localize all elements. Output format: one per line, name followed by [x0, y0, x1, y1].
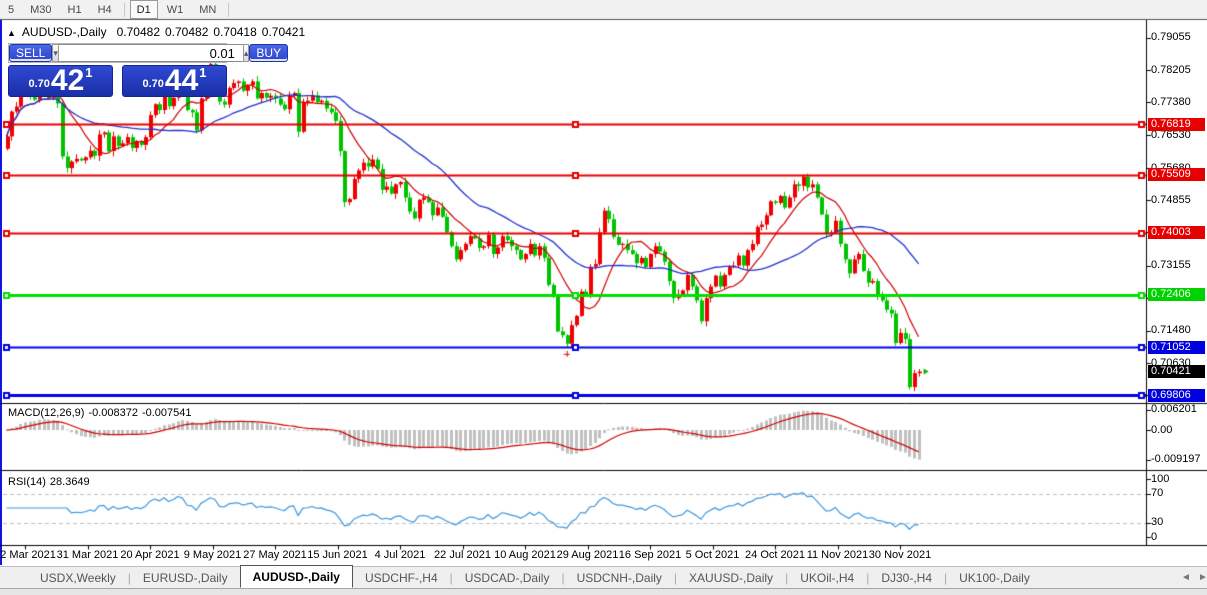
- buy-button[interactable]: BUY: [249, 44, 288, 62]
- sell-price-big: 42: [51, 68, 84, 94]
- date-axis-label: 27 May 2021: [243, 549, 307, 561]
- date-axis-label: 20 Apr 2021: [120, 549, 179, 561]
- rsi-axis-tick: 0: [1151, 531, 1157, 543]
- quote-low: 0.70418: [213, 25, 256, 39]
- quote-open: 0.70482: [117, 25, 160, 39]
- rsi-value: 28.3649: [50, 476, 90, 488]
- price-axis-tick: 0.78205: [1151, 64, 1191, 76]
- date-axis-label: 10 Aug 2021: [494, 549, 556, 561]
- price-level-tag: 0.74003: [1148, 226, 1205, 239]
- date-axis-label: 24 Oct 2021: [745, 549, 805, 561]
- tab-uk100-daily[interactable]: UK100-,Daily: [947, 568, 1042, 588]
- date-axis-label: 22 Jul 2021: [434, 549, 491, 561]
- macd-axis-tick: -0.009197: [1151, 453, 1201, 465]
- date-axis-label: 15 Jun 2021: [307, 549, 368, 561]
- price-level-tag: 0.72406: [1148, 288, 1205, 301]
- rsi-axis-tick: 100: [1151, 473, 1169, 485]
- tab-scroll-left-icon[interactable]: ◄: [1181, 572, 1191, 583]
- buy-quote[interactable]: 0.70441: [122, 65, 227, 97]
- macd-axis-tick: 0.00: [1151, 424, 1172, 436]
- price-level-tag: 0.76819: [1148, 118, 1205, 131]
- status-strip: [0, 588, 1207, 595]
- tab-scroll-right-icon[interactable]: ►: [1198, 572, 1207, 583]
- price-axis-tick: 0.73155: [1151, 259, 1191, 271]
- date-axis-label: 11 Nov 2021: [807, 549, 869, 561]
- date-axis-label: 16 Sep 2021: [619, 549, 681, 561]
- price-axis-tick: 0.77380: [1151, 96, 1191, 108]
- date-axis-label: 4 Jul 2021: [375, 549, 426, 561]
- tab-audusd-daily[interactable]: AUDUSD-,Daily: [240, 565, 353, 588]
- rsi-axis-tick: 70: [1151, 487, 1163, 499]
- chart-title: ▲ AUDUSD-,Daily 0.70482 0.70482 0.70418 0.704…: [7, 25, 310, 39]
- rsi-name: RSI(14): [8, 476, 46, 488]
- current-price-tag: 0.70421: [1148, 365, 1205, 378]
- buy-price-big: 44: [165, 68, 198, 94]
- sell-button[interactable]: SELL: [9, 44, 52, 62]
- tab-usdcnh-daily[interactable]: USDCNH-,Daily: [565, 568, 674, 588]
- rsi-label: RSI(14) 28.3649: [8, 476, 94, 488]
- sell-price-small: 0.70: [28, 78, 49, 90]
- mt4-window: 5M30H1H4D1W1MN ▲AUDUSD-,Daily0.704820.70…: [0, 0, 1207, 595]
- tab-usdx-weekly[interactable]: USDX,Weekly: [28, 568, 128, 588]
- price-axis-tick: 0.74855: [1151, 194, 1191, 206]
- date-axis-label: 30 Nov 2021: [869, 549, 931, 561]
- macd-label: MACD(12,26,9) -0.008372 -0.007541: [8, 407, 196, 419]
- macd-signal-value: -0.007541: [142, 407, 192, 419]
- date-axis-label: 12 Mar 2021: [0, 549, 56, 561]
- tab-eurusd-daily[interactable]: EURUSD-,Daily: [131, 568, 240, 588]
- macd-main-value: -0.008372: [88, 407, 138, 419]
- price-level-tag: 0.75509: [1148, 168, 1205, 181]
- tab-usdcad-daily[interactable]: USDCAD-,Daily: [453, 568, 562, 588]
- macd-axis-tick: 0.006201: [1151, 403, 1197, 415]
- price-level-tag: 0.69806: [1148, 389, 1205, 402]
- tab-dj30-h4[interactable]: DJ30-,H4: [869, 568, 944, 588]
- buy-price-sup: 1: [199, 65, 206, 80]
- otc-top-row: SELL ▾ ▴ BUY: [8, 43, 227, 63]
- tab-ukoil-h4[interactable]: UKOil-,H4: [788, 568, 866, 588]
- one-click-trading-panel: SELL ▾ ▴ BUY 0.70421 0.70441: [8, 43, 227, 97]
- chart-symbol-label: AUDUSD-,Daily: [22, 25, 107, 39]
- price-level-tag: 0.71052: [1148, 341, 1205, 354]
- collapse-icon[interactable]: ▲: [7, 28, 16, 38]
- chevron-down-icon: ▾: [53, 48, 58, 59]
- price-axis-tick: 0.71480: [1151, 324, 1191, 336]
- date-axis-label: 31 Mar 2021: [57, 549, 119, 561]
- chart-tab-bar: USDX,Weekly|EURUSD-,DailyAUDUSD-,DailyUS…: [0, 566, 1207, 588]
- date-axis-label: 9 May 2021: [184, 549, 241, 561]
- date-axis-label: 29 Aug 2021: [557, 549, 619, 561]
- quote-close: 0.70421: [262, 25, 305, 39]
- chevron-up-icon: ▴: [244, 48, 249, 59]
- volume-input[interactable]: [59, 44, 243, 62]
- macd-name: MACD(12,26,9): [8, 407, 84, 419]
- price-axis-tick: 0.79055: [1151, 31, 1191, 43]
- buy-price-small: 0.70: [142, 78, 163, 90]
- date-axis-label: 5 Oct 2021: [686, 549, 740, 561]
- sell-price-sup: 1: [85, 65, 92, 80]
- rsi-axis-tick: 30: [1151, 516, 1163, 528]
- tab-xauusd-daily[interactable]: XAUUSD-,Daily: [677, 568, 785, 588]
- sell-quote[interactable]: 0.70421: [8, 65, 113, 97]
- quote-high: 0.70482: [165, 25, 208, 39]
- tab-usdchf-h4[interactable]: USDCHF-,H4: [353, 568, 450, 588]
